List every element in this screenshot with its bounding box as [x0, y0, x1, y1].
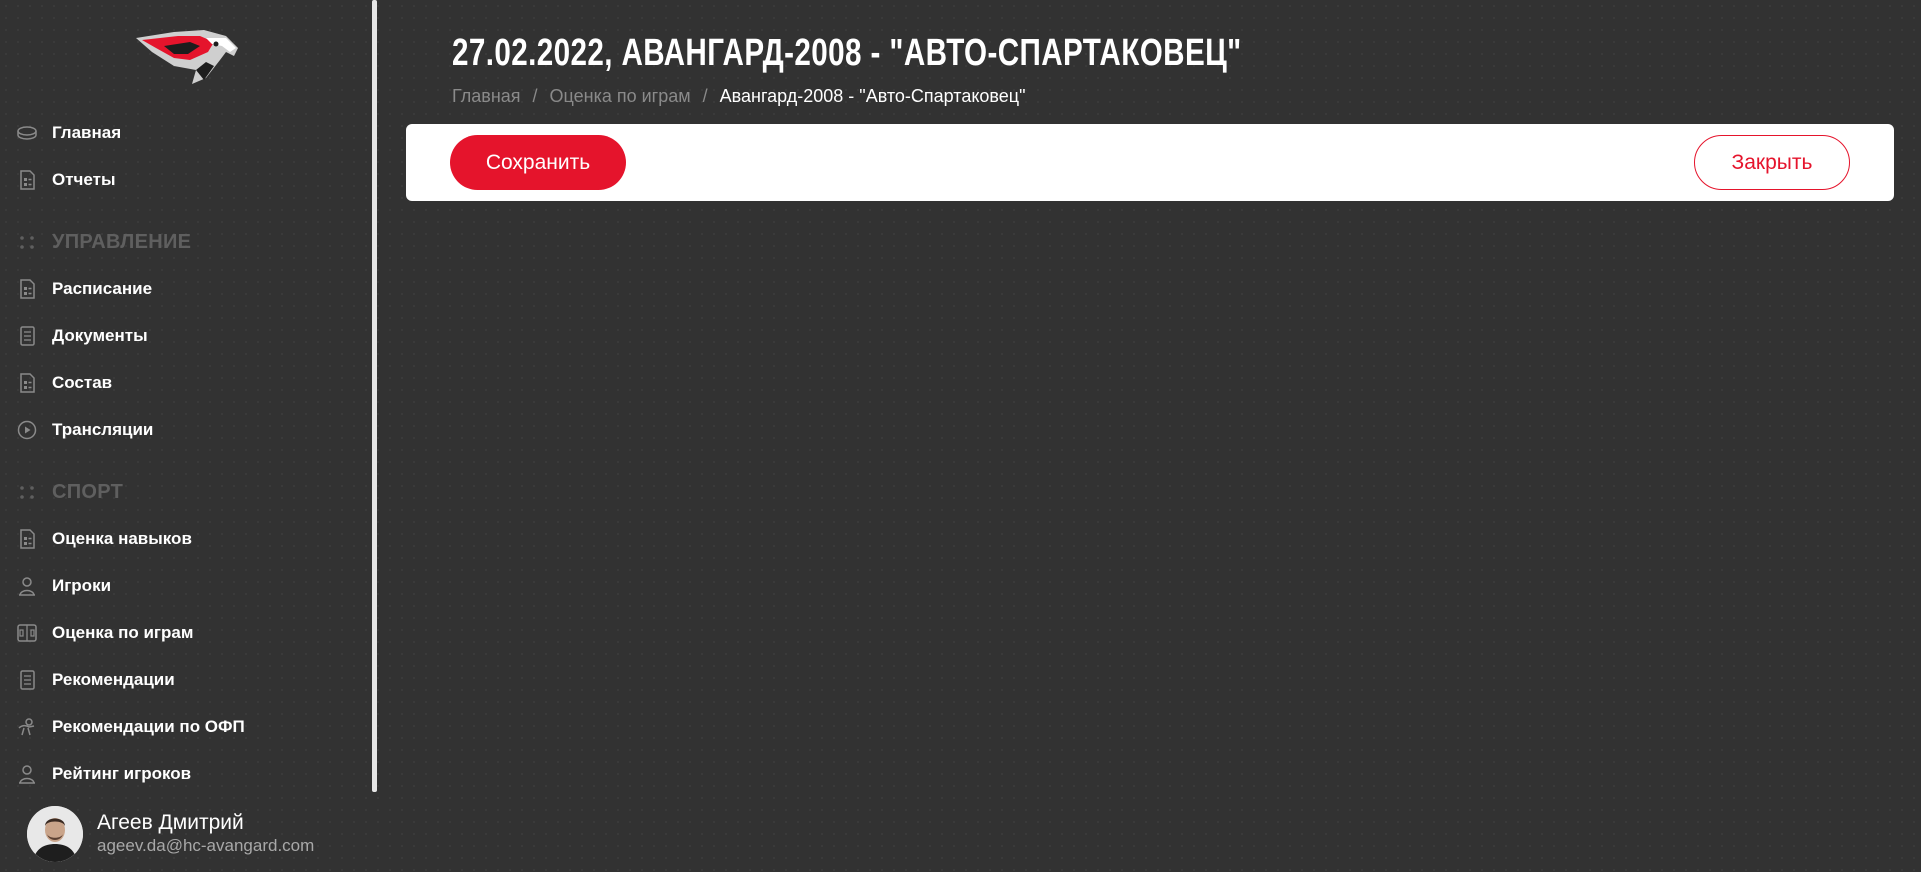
user-profile[interactable]: Агеев Дмитрий ageev.da@hc-avangard.com: [27, 806, 314, 862]
breadcrumb-separator: /: [532, 86, 538, 106]
puck-icon: [16, 122, 38, 144]
skills-icon: [16, 528, 38, 550]
document-icon: [16, 669, 38, 691]
sidebar-item-label: Рейтинг игроков: [52, 764, 192, 783]
sidebar-item-label: Трансляции: [52, 420, 154, 439]
roster-icon: [16, 372, 38, 394]
fitness-icon: [16, 716, 38, 738]
close-button[interactable]: Закрыть: [1694, 135, 1850, 190]
sidebar-item-recommendations[interactable]: Рекомендации: [16, 665, 175, 695]
hawk-logo-icon[interactable]: [134, 26, 240, 86]
save-button[interactable]: Сохранить: [450, 135, 626, 190]
sidebar-item-game-ratings[interactable]: Оценка по играм: [16, 618, 193, 648]
sidebar-item-label: Состав: [52, 373, 113, 392]
breadcrumb: Главная / Оценка по играм / Авангард-200…: [452, 86, 1026, 107]
section-dots-icon: [16, 231, 38, 253]
sidebar-item-label: Рекомендации по ОФП: [52, 717, 245, 736]
breadcrumb-current: Авангард-2008 - "Авто-Спартаковец": [719, 86, 1026, 106]
sidebar-item-schedule[interactable]: Расписание: [16, 274, 152, 304]
schedule-icon: [16, 278, 38, 300]
sidebar-item-label: Оценка по играм: [52, 623, 194, 642]
sidebar-section-label: СПОРТ: [52, 480, 124, 503]
sidebar-item-home[interactable]: Главная: [16, 118, 121, 148]
sidebar-item-label: Отчеты: [52, 170, 116, 189]
breadcrumb-separator: /: [702, 86, 708, 106]
page-title: 27.02.2022, АВАНГАРД-2008 - "АВТО-СПАРТА…: [452, 32, 1242, 74]
user-email: ageev.da@hc-avangard.com: [97, 836, 315, 855]
document-icon: [16, 325, 38, 347]
sidebar-section-sport: СПОРТ: [16, 477, 123, 507]
sidebar-item-roster[interactable]: Состав: [16, 368, 112, 398]
sidebar-item-skills[interactable]: Оценка навыков: [16, 524, 192, 554]
sidebar-item-label: Рекомендации: [52, 670, 175, 689]
sidebar-item-label: Оценка навыков: [52, 529, 192, 548]
sidebar-section-label: УПРАВЛЕНИЕ: [52, 230, 192, 253]
avatar: [27, 806, 83, 862]
sidebar-item-reports[interactable]: Отчеты: [16, 165, 116, 195]
sidebar: Главная Отчеты УПРАВЛЕНИЕ Расписание Док…: [0, 0, 372, 872]
sidebar-item-players[interactable]: Игроки: [16, 571, 111, 601]
player-icon: [16, 575, 38, 597]
rink-icon: [16, 622, 38, 644]
user-name: Агеев Дмитрий: [97, 811, 244, 834]
play-icon: [16, 419, 38, 441]
sidebar-item-documents[interactable]: Документы: [16, 321, 148, 351]
breadcrumb-home-link[interactable]: Главная: [452, 86, 521, 107]
rating-icon: [16, 763, 38, 785]
sidebar-item-label: Расписание: [52, 279, 153, 298]
sidebar-item-broadcasts[interactable]: Трансляции: [16, 415, 153, 445]
sidebar-item-fitness-recommendations[interactable]: Рекомендации по ОФП: [16, 712, 245, 742]
sidebar-section-management: УПРАВЛЕНИЕ: [16, 227, 191, 257]
action-toolbar: Сохранить Закрыть: [406, 124, 1894, 201]
sidebar-item-label: Главная: [52, 123, 122, 142]
report-icon: [16, 169, 38, 191]
sidebar-item-player-rating[interactable]: Рейтинг игроков: [16, 759, 191, 789]
sidebar-scrollbar[interactable]: [372, 0, 377, 792]
sidebar-item-label: Игроки: [52, 576, 112, 595]
breadcrumb-section-link[interactable]: Оценка по играм: [550, 86, 691, 107]
sidebar-item-label: Документы: [52, 326, 148, 345]
section-dots-icon: [16, 481, 38, 503]
